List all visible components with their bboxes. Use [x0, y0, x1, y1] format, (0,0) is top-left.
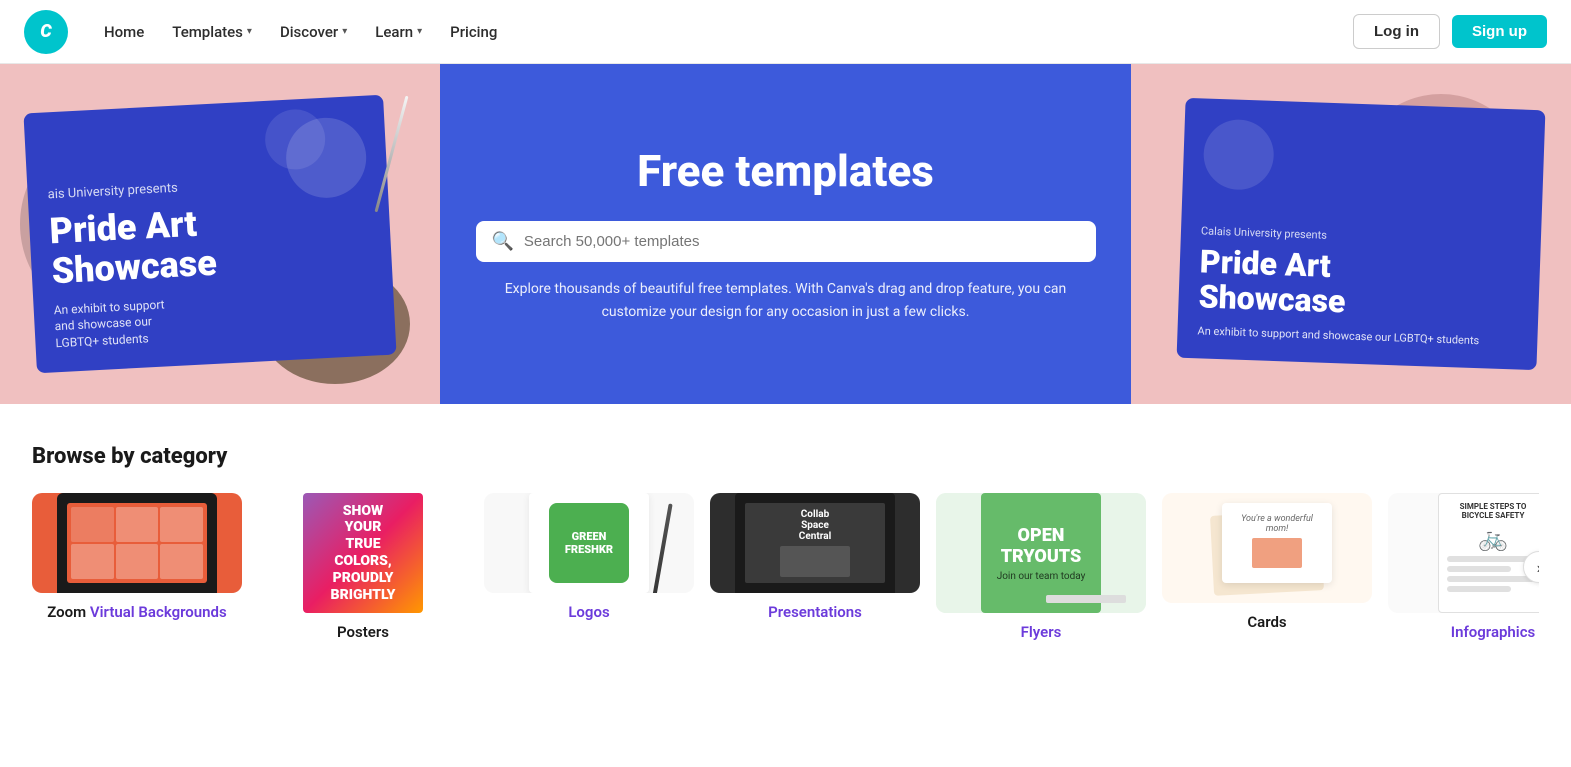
cards-stack: You're a wonderful mom! — [1202, 493, 1332, 603]
poster-text: SHOWYOURTRUECOLORS,PROUDLYBRIGHTLY — [331, 503, 396, 604]
presentations-screen-title: CollabSpaceCentral — [799, 509, 831, 542]
nav-actions: Log in Sign up — [1353, 14, 1547, 49]
card-text: You're a wonderful mom! — [1222, 506, 1332, 580]
inf-line-4 — [1447, 586, 1511, 592]
browse-section: Browse by category Zoom Virtual Backgrou… — [0, 404, 1571, 673]
nav-learn[interactable]: Learn ▾ — [363, 15, 434, 49]
login-button[interactable]: Log in — [1353, 14, 1440, 49]
pen-decoration — [651, 503, 672, 593]
hero-title: Free templates — [476, 145, 1096, 197]
signup-button[interactable]: Sign up — [1452, 15, 1547, 48]
hero-right-body: An exhibit to support and showcase our L… — [1197, 323, 1517, 350]
cards-thumbnail: You're a wonderful mom! — [1162, 493, 1372, 603]
cards-label: Cards — [1247, 613, 1286, 631]
flyers-label: Flyers — [1021, 623, 1062, 641]
logo-text: C — [40, 21, 51, 42]
presentations-laptop: CollabSpaceCentral — [735, 493, 895, 593]
infographics-thumbnail: SIMPLE STEPS TO BICYCLE SAFETY 🚲 — [1388, 493, 1539, 613]
presentations-screen: CollabSpaceCentral — [745, 503, 885, 583]
search-input[interactable] — [524, 233, 1080, 250]
hero-center: Free templates 🔍 Explore thousands of be… — [476, 145, 1096, 323]
logos-thumbnail: GREENFRESHKR — [484, 493, 694, 593]
nav-pricing[interactable]: Pricing — [438, 15, 509, 49]
flyers-thumb-inner: OPENTRYOUTS Join our team today — [936, 493, 1146, 613]
presentations-label: Presentations — [768, 603, 862, 621]
hero-section: ais University presents Pride Art Showca… — [0, 64, 1571, 404]
card-greeting: You're a wonderful mom! — [1230, 514, 1324, 534]
infographics-card: SIMPLE STEPS TO BICYCLE SAFETY 🚲 — [1438, 493, 1539, 613]
infographics-label: Infographics — [1451, 623, 1536, 641]
nav-links: Home Templates ▾ Discover ▾ Learn ▾ Pric… — [92, 15, 1353, 49]
discover-chevron-icon: ▾ — [342, 26, 347, 37]
category-posters[interactable]: SHOWYOURTRUECOLORS,PROUDLYBRIGHTLY Poste… — [258, 493, 468, 641]
hero-card-left: ais University presents Pride Art Showca… — [23, 95, 396, 373]
hero-right-title: Pride Art Showcase — [1198, 245, 1520, 326]
hero-description: Explore thousands of beautiful free temp… — [476, 278, 1096, 323]
hero-left-title: Pride Art Showcase — [49, 196, 373, 292]
infographics-card-title: SIMPLE STEPS TO BICYCLE SAFETY — [1447, 502, 1539, 520]
category-presentations[interactable]: CollabSpaceCentral Presentations — [710, 493, 920, 621]
zoom-thumbnail — [32, 493, 242, 593]
zoom-laptop-icon — [57, 493, 217, 593]
search-bar: 🔍 — [476, 221, 1096, 262]
learn-chevron-icon: ▾ — [417, 26, 422, 37]
inf-line-3 — [1447, 576, 1539, 582]
poster-card: SHOWYOURTRUECOLORS,PROUDLYBRIGHTLY — [303, 493, 423, 613]
presentations-thumbnail: CollabSpaceCentral — [710, 493, 920, 593]
logos-label: Logos — [568, 603, 609, 621]
posters-label: Posters — [337, 623, 389, 641]
logos-paper: GREENFRESHKR — [529, 493, 649, 593]
ruler-decoration — [1046, 595, 1126, 603]
hero-left-body: An exhibit to support and showcase our L… — [53, 285, 375, 352]
logos-thumb-inner: GREENFRESHKR — [484, 493, 694, 593]
navbar: C Home Templates ▾ Discover ▾ Learn ▾ Pr… — [0, 0, 1571, 64]
zoom-label: Zoom Virtual Backgrounds — [47, 603, 226, 621]
category-zoom[interactable]: Zoom Virtual Backgrounds — [32, 493, 242, 621]
category-logos[interactable]: GREENFRESHKR Logos — [484, 493, 694, 621]
flyers-thumbnail: OPENTRYOUTS Join our team today — [936, 493, 1146, 613]
search-icon: 🔍 — [492, 231, 514, 252]
presentations-screen-image — [780, 546, 850, 577]
hero-card-right: Calais University presents Pride Art Sho… — [1177, 98, 1546, 370]
hero-right-circle — [1202, 118, 1274, 190]
templates-chevron-icon: ▾ — [247, 26, 252, 37]
canva-logo[interactable]: C — [24, 10, 68, 54]
category-infographics[interactable]: SIMPLE STEPS TO BICYCLE SAFETY 🚲 Infogra… — [1388, 493, 1539, 641]
category-cards[interactable]: You're a wonderful mom! Cards — [1162, 493, 1372, 631]
nav-discover[interactable]: Discover ▾ — [268, 15, 359, 49]
zoom-laptop-screen — [67, 503, 207, 583]
inf-line-2 — [1447, 566, 1511, 572]
logos-badge: GREENFRESHKR — [549, 503, 629, 583]
infographics-bike-icon: 🚲 — [1447, 524, 1539, 552]
nav-home[interactable]: Home — [92, 15, 156, 49]
posters-thumbnail: SHOWYOURTRUECOLORS,PROUDLYBRIGHTLY — [258, 493, 468, 613]
card-photo — [1252, 538, 1302, 568]
card-item-front: You're a wonderful mom! — [1222, 503, 1332, 583]
nav-templates[interactable]: Templates ▾ — [160, 15, 264, 49]
flyer-title-text: OPENTRYOUTS — [1001, 525, 1082, 567]
category-flyers[interactable]: OPENTRYOUTS Join our team today Flyers — [936, 493, 1146, 641]
browse-title: Browse by category — [32, 444, 1539, 469]
flyer-subtitle: Join our team today — [997, 571, 1086, 582]
categories-row: Zoom Virtual Backgrounds SHOWYOURTRUECOL… — [32, 493, 1539, 641]
